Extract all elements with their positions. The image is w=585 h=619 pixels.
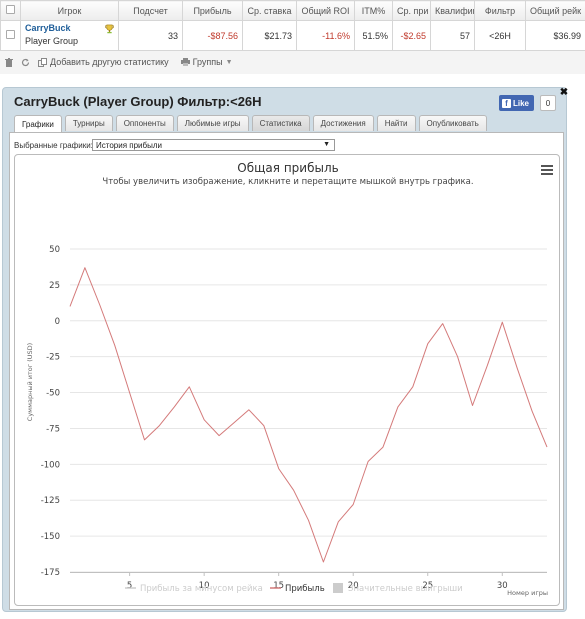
chart-grid [70,248,547,573]
y-tick-label: -175 [41,568,60,578]
y-tick-label: -125 [41,496,60,506]
copy-icon [38,57,47,67]
chart-select-label: Выбранные графики: [14,141,93,150]
profit-cell: -$87.56 [182,20,243,51]
roi-cell: -11.6% [296,20,355,51]
avg-stake-cell: $21.73 [242,20,297,51]
tab-find[interactable]: Найти [376,115,416,131]
trophy-icon [105,24,114,34]
column-header[interactable]: Общий ROI [296,0,355,21]
player-name-link[interactable]: CarryBuck [25,23,114,33]
close-icon[interactable]: ✖ [559,88,569,98]
tab-bar: Графики Турниры Оппоненты Любимые игры С… [14,115,487,132]
column-header[interactable]: Фильтр [474,0,526,21]
row-select-cell[interactable] [0,20,21,51]
tab-favorite-games[interactable]: Любимые игры [176,115,249,131]
column-header[interactable]: Ср. при [392,0,431,21]
itm-cell: 51.5% [354,20,393,51]
column-header[interactable]: Прибыль [182,0,243,21]
y-axis-title: Суммарный итог (USD) [26,343,34,421]
x-tick-label: 15 [273,581,284,591]
trash-icon [5,57,13,67]
chart-select[interactable]: История прибыли ▼ [92,139,335,151]
legend-item-label[interactable]: Прибыль [285,584,325,594]
rake-cell: $36.99 [525,20,585,51]
chart-legend: Прибыль за минусом рейка Прибыль Значитель… [125,583,463,594]
y-tick-label: -150 [41,532,60,542]
menu-icon[interactable] [541,165,553,175]
chevron-down-icon: ▼ [225,58,233,66]
qualif-cell: 57 [430,20,475,51]
column-header[interactable]: Ср. ставка [242,0,297,21]
facebook-like-button[interactable]: f Like [499,95,534,111]
chart-series [69,267,548,563]
facebook-icon: f [502,98,511,108]
profit-line[interactable] [69,267,548,563]
player-modal: CarryBuck (Player Group) Фильтр:<26H f L… [2,87,569,612]
groups-dropdown[interactable]: Группы ▼ [180,57,233,67]
count-cell: 33 [118,20,183,51]
add-stat-label: Добавить другую статистику [50,57,169,67]
x-tick-label: 30 [497,581,508,591]
tab-panel: Выбранные графики: История прибыли ▼ Общ… [9,132,564,610]
select-all-checkbox[interactable] [6,5,15,14]
y-tick-label: -50 [46,389,60,399]
x-tick-label: 5 [127,581,132,591]
groups-label: Группы [192,57,223,67]
column-header[interactable]: Игрок [20,0,119,21]
refresh-icon [21,58,30,66]
profit-chart[interactable]: Общая прибыль Чтобы увеличить изображени… [15,155,561,607]
player-group-label: Player Group [25,36,79,46]
modal-title: CarryBuck (Player Group) Фильтр:<26H [14,94,262,109]
legend-item-label[interactable]: Прибыль за минусом рейка [140,584,263,594]
filter-cell: <26H [474,20,526,51]
x-axis-title: Номер игры [507,589,548,597]
column-header[interactable]: Квалифик [430,0,475,21]
refresh-button[interactable] [21,58,30,67]
printer-icon [180,58,190,66]
tab-publish[interactable]: Опубликовать [418,115,487,131]
y-tick-label: -25 [46,353,60,363]
select-all-header[interactable] [0,0,21,21]
y-tick-label: 0 [55,317,60,327]
column-header[interactable]: Подсчет [118,0,183,21]
tab-achievements[interactable]: Достижения [312,115,374,131]
chart-select-value: История прибыли [96,140,162,150]
y-tick-label: -75 [46,424,60,434]
stats-panel: Игрок Подсчет Прибыль Ср. ставка Общий R… [0,0,585,74]
column-header[interactable]: Общий рейк [525,0,585,21]
add-stat-button[interactable]: Добавить другую статистику [38,57,169,67]
y-tick-label: -100 [41,460,60,470]
column-header[interactable]: ITM% [354,0,393,21]
delete-button[interactable] [5,57,13,67]
chart-title: Общая прибыль [237,161,338,175]
table-toolbar: Добавить другую статистику Группы ▼ [0,52,585,72]
stats-table: Игрок Подсчет Прибыль Ср. ставка Общий R… [0,0,585,51]
y-axis: 50 25 0 -25 -50 -75 -100 -125 -150 -175 [41,245,60,578]
like-label: Like [513,98,530,108]
avg-profit-cell: -$2.65 [392,20,431,51]
legend-swatch[interactable] [333,583,343,593]
chart-subtitle: Чтобы увеличить изображение, кликните и … [102,177,473,187]
tab-charts[interactable]: Графики [14,115,62,132]
y-tick-label: 50 [49,245,60,255]
table-row: CarryBuck Player Group 33 -$87.56 $21.73… [0,20,585,51]
y-tick-label: 25 [49,281,60,291]
chart-container[interactable]: Общая прибыль Чтобы увеличить изображени… [14,154,560,606]
tab-statistics[interactable]: Статистика [251,115,310,131]
like-count: 0 [540,95,556,111]
tab-tournaments[interactable]: Турниры [64,115,113,131]
legend-item-label[interactable]: Значительные выигрыши [348,584,463,594]
chevron-down-icon: ▼ [323,141,330,148]
table-header-row: Игрок Подсчет Прибыль Ср. ставка Общий R… [0,0,585,21]
player-cell: CarryBuck Player Group [20,20,119,51]
tab-opponents[interactable]: Оппоненты [115,115,174,131]
row-checkbox[interactable] [6,30,15,39]
